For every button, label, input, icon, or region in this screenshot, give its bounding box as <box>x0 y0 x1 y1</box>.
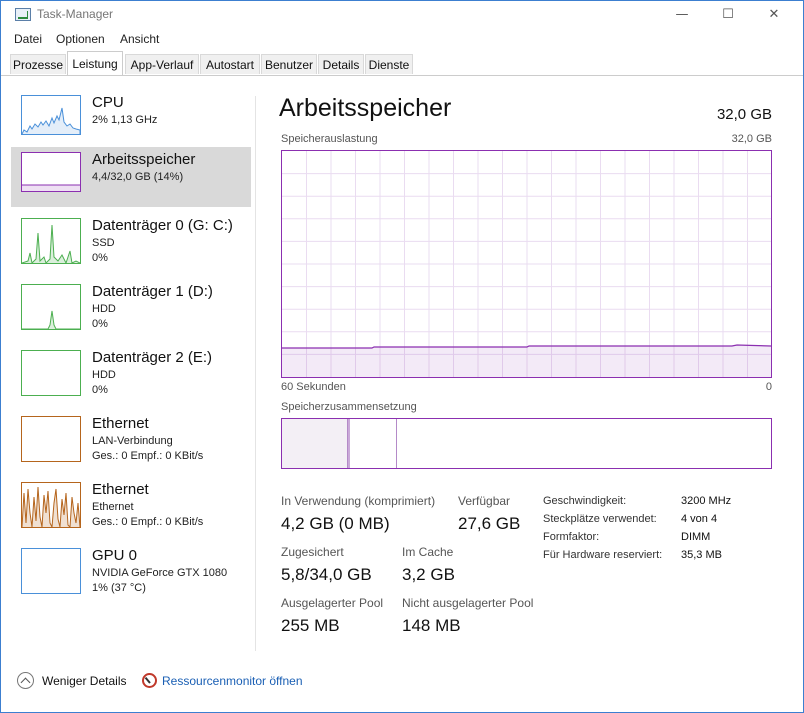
sidebar-item-gpu[interactable]: GPU 0 NVIDIA GeForce GTX 1080 1% (37 °C) <box>11 543 251 603</box>
disk-graph-icon <box>21 350 81 396</box>
nonpaged-pool-value: 148 MB <box>402 616 461 635</box>
footer: Weniger Details Ressourcenmonitor öffnen <box>1 669 803 697</box>
tab-autostart[interactable]: Autostart <box>200 54 260 74</box>
cached-value: 3,2 GB <box>402 565 455 584</box>
paged-pool-value: 255 MB <box>281 616 340 635</box>
usage-graph-label: Speicherauslastung <box>281 133 378 145</box>
form-factor-value: DIMM <box>681 531 711 543</box>
disk-graph-icon <box>21 218 81 264</box>
sidebar-item-cpu[interactable]: CPU 2% 1,13 GHz <box>11 90 251 150</box>
slots-value: 4 von 4 <box>681 513 718 525</box>
sidebar-detail: LAN-Verbindung <box>92 435 173 447</box>
disk-graph-icon <box>21 284 81 330</box>
resource-monitor-icon[interactable] <box>142 673 157 688</box>
panel-divider <box>255 96 256 651</box>
total-memory: 32,0 GB <box>716 106 772 123</box>
ethernet-graph-icon <box>21 416 81 462</box>
sidebar-item-memory[interactable]: Arbeitsspeicher 4,4/32,0 GB (14%) <box>11 147 251 207</box>
tab-dienste[interactable]: Dienste <box>365 54 413 74</box>
sidebar-detail-2: 0% <box>92 252 108 264</box>
sidebar-title: Datenträger 1 (D:) <box>92 283 213 300</box>
tab-details[interactable]: Details <box>318 54 364 74</box>
open-resource-monitor-link[interactable]: Ressourcenmonitor öffnen <box>162 674 303 688</box>
available-label: Verfügbar <box>458 494 511 508</box>
memory-graph-icon <box>21 152 81 192</box>
nonpaged-pool-label: Nicht ausgelagerter Pool <box>402 596 534 610</box>
form-factor-label: Formfaktor: <box>543 531 600 543</box>
memory-detail-panel: Arbeitsspeicher 32,0 GB Speicherauslastu… <box>271 76 791 656</box>
sidebar-item-disk-0[interactable]: Datenträger 0 (G: C:) SSD 0% <box>11 213 251 273</box>
performance-panel: CPU 2% 1,13 GHz Arbeitsspeicher 4,4/32,0… <box>1 76 803 656</box>
sidebar-detail: 2% 1,13 GHz <box>92 114 158 126</box>
sidebar-detail-2: 0% <box>92 318 108 330</box>
sidebar-title: CPU <box>92 94 124 111</box>
sidebar-title: Ethernet <box>92 481 149 498</box>
committed-value: 5,8/34,0 GB <box>281 565 372 584</box>
composition-standby <box>350 419 397 468</box>
available-value: 27,6 GB <box>458 514 521 533</box>
tab-bar: Prozesse Leistung App-Verlauf Autostart … <box>1 51 803 76</box>
memory-usage-graph <box>281 150 772 378</box>
committed-label: Zugesichert <box>281 545 344 559</box>
menu-ansicht[interactable]: Ansicht <box>120 32 159 46</box>
hardware-reserved-value: 35,3 MB <box>681 549 722 561</box>
tab-prozesse[interactable]: Prozesse <box>10 54 66 74</box>
sidebar-detail: 4,4/32,0 GB (14%) <box>92 171 184 183</box>
task-manager-app-icon <box>15 8 31 21</box>
tab-benutzer[interactable]: Benutzer <box>261 54 317 74</box>
cached-label: Im Cache <box>402 545 454 559</box>
menu-optionen[interactable]: Optionen <box>56 32 105 46</box>
sidebar-detail: NVIDIA GeForce GTX 1080 <box>92 567 228 579</box>
resource-sidebar: CPU 2% 1,13 GHz Arbeitsspeicher 4,4/32,0… <box>11 90 251 630</box>
chevron-up-icon[interactable] <box>17 672 34 689</box>
sidebar-detail-2: 0% <box>92 384 108 396</box>
in-use-value: 4,2 GB (0 MB) <box>281 514 390 533</box>
tab-app-verlauf[interactable]: App-Verlauf <box>125 54 199 74</box>
usage-graph-time-right: 0 <box>765 381 772 393</box>
usage-graph-max: 32,0 GB <box>731 133 772 145</box>
task-manager-window: Task-Manager — ☐ ✕ Datei Optionen Ansich… <box>0 0 804 713</box>
sidebar-detail: HDD <box>92 369 116 381</box>
sidebar-title: GPU 0 <box>92 547 138 564</box>
minimize-button[interactable]: — <box>659 1 705 29</box>
sidebar-item-disk-2[interactable]: Datenträger 2 (E:) HDD 0% <box>11 345 251 405</box>
window-title: Task-Manager <box>37 7 114 21</box>
usage-graph-time-left: 60 Sekunden <box>281 381 346 393</box>
composition-in-use <box>282 419 348 468</box>
sidebar-title: Ethernet <box>92 415 149 432</box>
sidebar-detail: Ethernet <box>92 501 134 513</box>
maximize-button[interactable]: ☐ <box>705 1 751 29</box>
sidebar-title: Datenträger 2 (E:) <box>92 349 213 366</box>
menu-datei[interactable]: Datei <box>14 32 42 46</box>
sidebar-title: Datenträger 0 (G: C:) <box>92 217 233 234</box>
sidebar-detail-2: Ges.: 0 Empf.: 0 KBit/s <box>92 450 204 462</box>
speed-label: Geschwindigkeit: <box>543 495 627 507</box>
fewer-details-button[interactable]: Weniger Details <box>42 674 126 688</box>
sidebar-detail: SSD <box>92 237 115 249</box>
sidebar-detail-2: Ges.: 0 Empf.: 0 KBit/s <box>92 516 204 528</box>
paged-pool-label: Ausgelagerter Pool <box>281 596 384 610</box>
sidebar-item-ethernet[interactable]: Ethernet Ethernet Ges.: 0 Empf.: 0 KBit/… <box>11 477 251 537</box>
in-use-label: In Verwendung (komprimiert) <box>281 494 436 508</box>
speed-value: 3200 MHz <box>681 495 732 507</box>
close-button[interactable]: ✕ <box>751 1 797 29</box>
sidebar-item-disk-1[interactable]: Datenträger 1 (D:) HDD 0% <box>11 279 251 339</box>
composition-graph-label: Speicherzusammensetzung <box>281 401 417 413</box>
memory-composition-bar <box>281 418 772 469</box>
title-bar[interactable]: Task-Manager — ☐ ✕ <box>1 1 803 29</box>
tab-leistung[interactable]: Leistung <box>67 51 123 75</box>
sidebar-detail-2: 1% (37 °C) <box>92 582 146 594</box>
sidebar-item-ethernet-lan[interactable]: Ethernet LAN-Verbindung Ges.: 0 Empf.: 0… <box>11 411 251 471</box>
gpu-graph-icon <box>21 548 81 594</box>
ethernet-graph-icon <box>21 482 81 528</box>
slots-label: Steckplätze verwendet: <box>543 513 657 525</box>
hardware-reserved-label: Für Hardware reserviert: <box>543 549 663 561</box>
sidebar-title: Arbeitsspeicher <box>92 151 196 168</box>
page-title: Arbeitsspeicher <box>279 94 452 122</box>
cpu-graph-icon <box>21 95 81 135</box>
sidebar-detail: HDD <box>92 303 116 315</box>
